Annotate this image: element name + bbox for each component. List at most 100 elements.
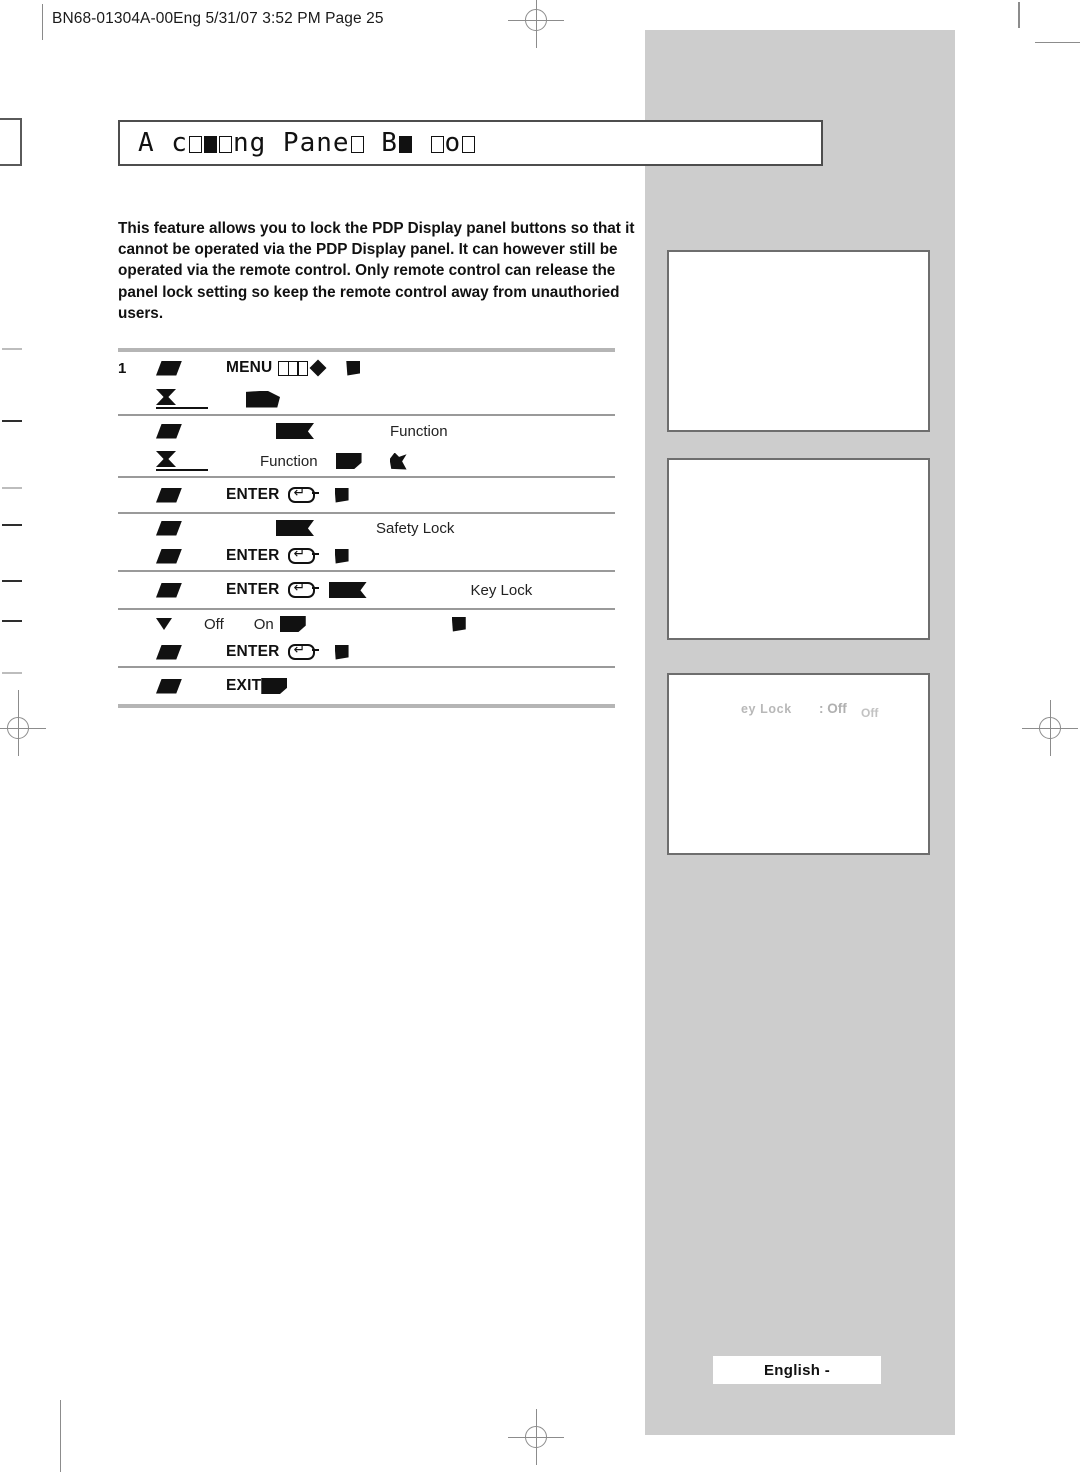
left-edge-box-mark [0,118,22,166]
step-item: ENTER [118,478,615,512]
key-label-enter: ENTER [226,581,280,598]
step-line: ENTER Key Lock [118,572,615,608]
section-title-bar: A c ng Pane B o [118,120,823,166]
key-label-enter: ENTER [226,486,280,503]
reg-vertical-line [535,1409,537,1465]
page-title: A c ng Pane B o [138,128,476,158]
title-text-1: A c [138,128,188,158]
hourglass-underlined-glyph [156,451,208,471]
osd-screenshot-3: ey Lock : Off Off [667,673,930,855]
key-label-menu: MENU [226,359,273,376]
enter-key-icon [287,641,319,660]
parallelogram-glyph [156,487,182,503]
flag-glyph [276,423,314,439]
edge-tick [2,620,22,622]
square-glyph [334,487,349,503]
edge-tick [2,487,22,489]
edge-tick [2,580,22,582]
left-edge-tick-marks [0,0,26,1473]
registration-mark-bottom [508,1409,564,1465]
registration-mark-right [1022,700,1078,756]
enter-key-icon [287,579,319,598]
flag-small-glyph [279,616,306,632]
step-item: ENTER Key Lock [118,572,615,608]
step-line: EXIT [118,668,615,704]
language-page-badge: English - [713,1356,881,1384]
edge-tick [2,672,22,674]
sidebar-gray-panel: ey Lock : Off Off [645,30,955,1435]
missing-glyph-box-solid [398,136,412,153]
osd-caption-key-lock: ey Lock [741,702,792,716]
list-rule-bottom [118,704,615,708]
step-line: Safety Lock [118,514,615,542]
step-line: Function [118,446,615,476]
key-label-enter: ENTER [226,643,280,660]
option-off: Off [204,615,224,633]
parallelogram-glyph [156,582,182,598]
edge-tick [2,420,22,422]
triangle-down-glyph [156,618,172,630]
osd-screenshot-2 [667,458,930,640]
crop-mark-bottom-left-vertical [60,1400,61,1472]
key-label-enter: ENTER [226,547,280,564]
enter-key-icon [287,545,319,564]
reg-vertical-line [535,0,537,48]
key-label-exit: EXIT [226,677,262,694]
crop-mark-top-right-vertical [1018,2,1020,28]
flag-small-glyph [261,678,288,694]
osd-screenshot-1 [667,250,930,432]
hourglass-underlined-glyph [156,389,208,409]
menu-item-safety-lock: Safety Lock [376,519,455,537]
edge-tick [2,348,22,350]
manual-page: BN68-01304A-00Eng 5/31/07 3:52 PM Page 2… [0,0,1080,1473]
step-line: ENTER [118,478,615,512]
step-item: Safety Lock ENTER [118,514,615,570]
step-item: EXIT [118,668,615,704]
parallelogram-glyph [156,520,182,536]
flag-glyph [276,520,314,536]
osd-caption-off-shadow: Off [861,706,879,720]
step-number: 1 [118,359,127,377]
step-item: Off On ENTER [118,610,615,666]
title-text-2: ng Pane [232,128,350,158]
crop-mark-top-right-horizontal [1035,42,1080,43]
parallelogram-glyph [156,678,182,694]
missing-glyph-box [430,136,444,153]
step-line [118,384,615,414]
edge-tick [2,524,22,526]
step-line: Function [118,416,615,446]
square-glyph [346,360,361,376]
diamond-glyph [309,359,327,377]
missing-glyph-box-solid [203,136,217,153]
step-list: 1 MENU Function Function ENTER ↵ Safety … [118,348,615,708]
step-line: ENTER [118,542,615,570]
missing-glyph-box [218,136,232,153]
title-text-5: o [444,128,462,158]
osd-caption-off-value: : Off [819,701,847,716]
menu-item-key-lock: Key Lock [470,581,533,599]
parallelogram-glyph [156,644,182,660]
reg-vertical-line [1049,700,1051,756]
missing-glyph-box [462,136,476,153]
option-on: On [253,615,274,633]
minibox-glyph [297,360,309,376]
slug-divider [42,4,43,40]
parallelogram-glyph [156,423,182,439]
blob-glyph [246,390,280,408]
menu-item-function: Function [260,452,318,470]
step-line: Off On [118,610,615,638]
missing-glyph-box [188,136,202,153]
parallelogram-glyph [156,548,182,564]
square-glyph [334,644,349,660]
intro-paragraph: This feature allows you to lock the PDP … [118,220,635,322]
step-item: 1 MENU [118,352,615,414]
step-line: ENTER [118,638,615,666]
flag-glyph [328,582,367,598]
menu-item-function: Function [390,422,448,440]
missing-glyph-box [350,136,364,153]
step-item: Function Function [118,416,615,476]
title-text-3: B [364,128,398,158]
square-glyph [334,548,349,564]
title-text-4 [413,128,430,158]
registration-mark-top [508,0,564,48]
